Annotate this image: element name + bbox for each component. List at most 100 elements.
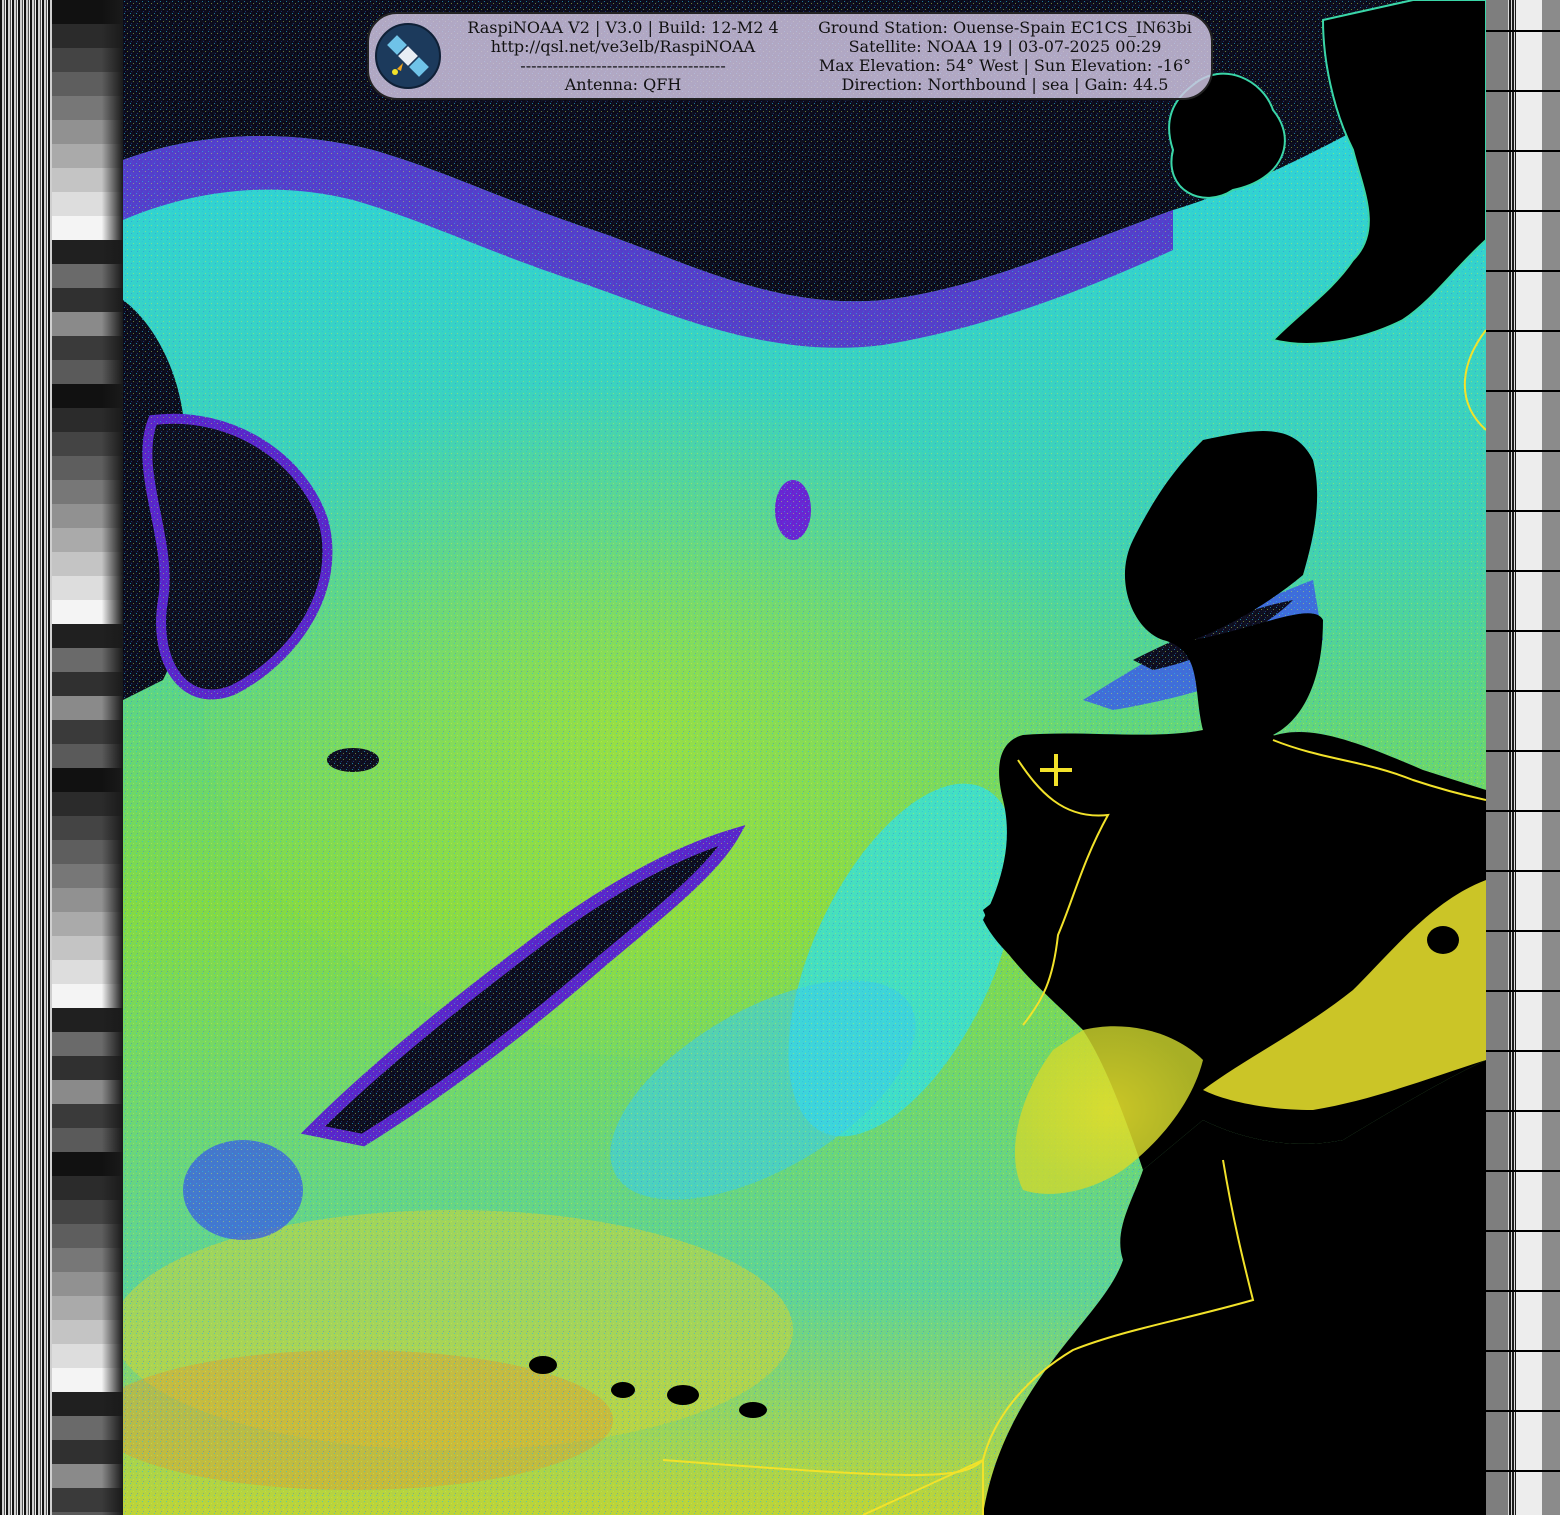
banner-station-info: RaspiNOAA V2 | V3.0 | Build: 12-M2 4 htt… bbox=[451, 18, 795, 94]
telemetry-wedge bbox=[52, 576, 123, 600]
telemetry-wedge bbox=[52, 288, 123, 312]
telemetry-wedge bbox=[52, 384, 123, 408]
banner-url: http://qsl.net/ve3elb/RaspiNOAA bbox=[490, 37, 756, 56]
telemetry-wedge bbox=[52, 72, 123, 96]
telemetry-wedges bbox=[52, 0, 123, 1515]
banner-antenna: Antenna: QFH bbox=[564, 75, 682, 94]
telemetry-tick bbox=[1486, 1050, 1560, 1052]
telemetry-wedge bbox=[52, 528, 123, 552]
canary-island bbox=[529, 1356, 557, 1374]
sync-b-lines bbox=[1508, 0, 1516, 1515]
telemetry-wedge bbox=[52, 816, 123, 840]
telemetry-tick bbox=[1486, 1350, 1560, 1352]
telemetry-tick bbox=[1486, 870, 1560, 872]
telemetry-wedge bbox=[52, 96, 123, 120]
telemetry-tick bbox=[1486, 810, 1560, 812]
telemetry-wedge bbox=[52, 648, 123, 672]
telemetry-wedge bbox=[52, 168, 123, 192]
telemetry-tick bbox=[1486, 930, 1560, 932]
telemetry-wedge bbox=[52, 432, 123, 456]
telemetry-wedge bbox=[52, 1224, 123, 1248]
telemetry-wedge bbox=[52, 312, 123, 336]
telemetry-wedge bbox=[52, 264, 123, 288]
banner-elevation: Max Elevation: 54° West | Sun Elevation:… bbox=[818, 56, 1192, 75]
telemetry-wedge bbox=[52, 408, 123, 432]
satellite-icon bbox=[375, 23, 441, 89]
telemetry-tick bbox=[1486, 450, 1560, 452]
balearic-islands bbox=[1427, 926, 1459, 954]
telemetry-tick bbox=[1486, 270, 1560, 272]
telemetry-wedge bbox=[52, 864, 123, 888]
telemetry-wedge bbox=[52, 912, 123, 936]
banner-satellite: Satellite: NOAA 19 | 03-07-2025 00:29 bbox=[848, 37, 1162, 56]
telemetry-wedge bbox=[52, 1272, 123, 1296]
telemetry-tick bbox=[1486, 150, 1560, 152]
telemetry-wedge bbox=[52, 1488, 123, 1512]
canary-island bbox=[667, 1385, 699, 1405]
telemetry-wedge bbox=[52, 1440, 123, 1464]
telemetry-tick bbox=[1486, 1290, 1560, 1292]
telemetry-tick bbox=[1486, 1170, 1560, 1172]
telemetry-wedge bbox=[52, 552, 123, 576]
telemetry-wedge bbox=[52, 600, 123, 624]
info-banner: RaspiNOAA V2 | V3.0 | Build: 12-M2 4 htt… bbox=[367, 12, 1213, 100]
telemetry-wedge bbox=[52, 1416, 123, 1440]
telemetry-strip-left bbox=[0, 0, 123, 1515]
telemetry-wedge bbox=[52, 1128, 123, 1152]
telemetry-wedge bbox=[52, 768, 123, 792]
sync-a-lines bbox=[0, 0, 52, 1515]
telemetry-wedge bbox=[52, 1464, 123, 1488]
telemetry-wedge bbox=[52, 456, 123, 480]
telemetry-wedge bbox=[52, 1248, 123, 1272]
telemetry-wedge bbox=[52, 480, 123, 504]
telemetry-wedge bbox=[52, 1200, 123, 1224]
telemetry-tick bbox=[1486, 750, 1560, 752]
telemetry-wedge bbox=[52, 1320, 123, 1344]
telemetry-wedge bbox=[52, 216, 123, 240]
banner-divider: -------------------------------------- bbox=[520, 56, 726, 75]
telemetry-wedge bbox=[52, 792, 123, 816]
banner-direction: Direction: Northbound | sea | Gain: 44.5 bbox=[841, 75, 1169, 94]
telemetry-tick bbox=[1486, 1110, 1560, 1112]
telemetry-wedge bbox=[52, 720, 123, 744]
telemetry-tick bbox=[1486, 630, 1560, 632]
canary-island bbox=[739, 1402, 767, 1418]
apt-image-frame: RaspiNOAA V2 | V3.0 | Build: 12-M2 4 htt… bbox=[0, 0, 1560, 1515]
telemetry-tick bbox=[1486, 1410, 1560, 1412]
telemetry-tick bbox=[1486, 690, 1560, 692]
telemetry-tick bbox=[1486, 390, 1560, 392]
telemetry-wedge bbox=[52, 48, 123, 72]
telemetry-strip-right bbox=[1486, 0, 1560, 1515]
telemetry-tick bbox=[1486, 990, 1560, 992]
telemetry-wedge bbox=[52, 888, 123, 912]
banner-software: RaspiNOAA V2 | V3.0 | Build: 12-M2 4 bbox=[467, 18, 779, 37]
telemetry-tick bbox=[1486, 1470, 1560, 1472]
telemetry-wedge bbox=[52, 1296, 123, 1320]
telemetry-wedge bbox=[52, 1008, 123, 1032]
telemetry-wedge bbox=[52, 1344, 123, 1368]
telemetry-wedge bbox=[52, 144, 123, 168]
telemetry-tick bbox=[1486, 90, 1560, 92]
telemetry-wedge bbox=[52, 1104, 123, 1128]
telemetry-tick bbox=[1486, 30, 1560, 32]
satellite-image bbox=[123, 0, 1486, 1515]
telemetry-wedge bbox=[52, 840, 123, 864]
telemetry-wedge bbox=[52, 360, 123, 384]
telemetry-wedge bbox=[52, 1392, 123, 1416]
telemetry-wedge bbox=[52, 936, 123, 960]
telemetry-tick bbox=[1486, 570, 1560, 572]
telemetry-wedge bbox=[52, 336, 123, 360]
telemetry-b-gray bbox=[1486, 0, 1508, 1515]
telemetry-wedge bbox=[52, 672, 123, 696]
telemetry-wedge bbox=[52, 1176, 123, 1200]
banner-ground-station: Ground Station: Ouense-Spain EC1CS_IN63b… bbox=[818, 18, 1192, 37]
telemetry-wedge bbox=[52, 1080, 123, 1104]
telemetry-b-gray2 bbox=[1542, 0, 1560, 1515]
telemetry-wedge bbox=[52, 192, 123, 216]
telemetry-wedge bbox=[52, 960, 123, 984]
canary-island bbox=[611, 1382, 635, 1398]
telemetry-wedge bbox=[52, 504, 123, 528]
telemetry-wedge bbox=[52, 984, 123, 1008]
telemetry-wedge bbox=[52, 696, 123, 720]
telemetry-tick bbox=[1486, 330, 1560, 332]
